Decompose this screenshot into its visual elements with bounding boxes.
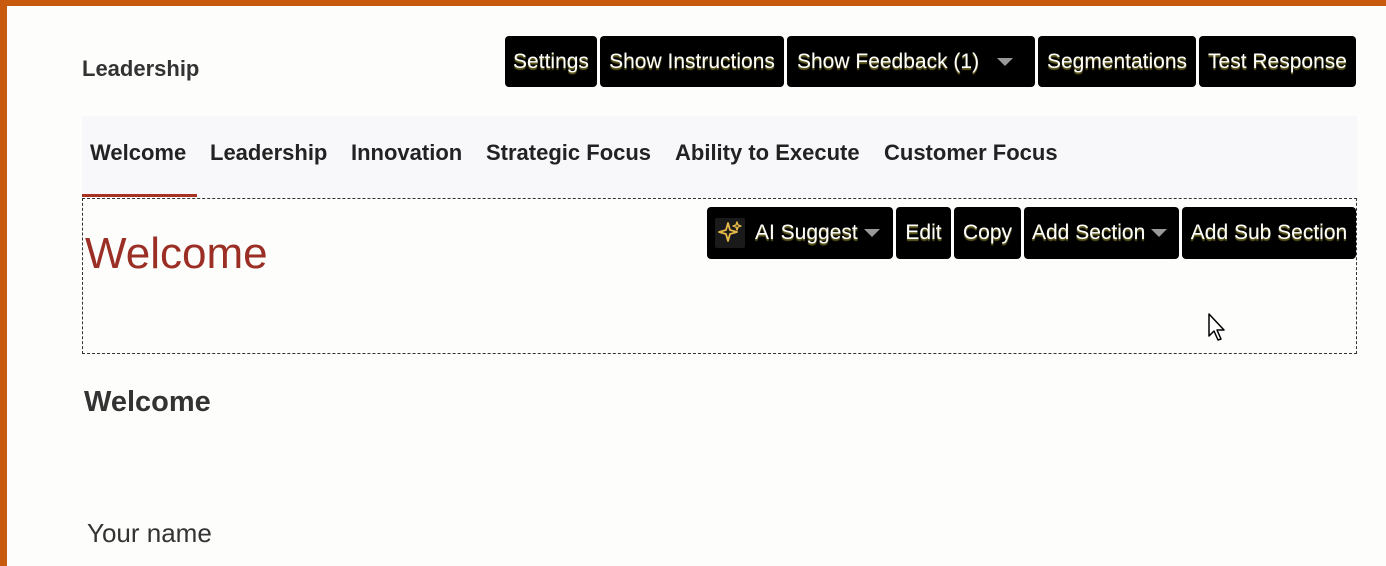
- tab-innovation[interactable]: Innovation: [351, 140, 462, 166]
- add-section-label: Add Section: [1032, 221, 1146, 244]
- chevron-down-icon: [997, 57, 1014, 66]
- sparkle-icon: [715, 218, 745, 248]
- tab-customer-focus[interactable]: Customer Focus: [884, 140, 1058, 166]
- tab-leadership[interactable]: Leadership: [210, 140, 327, 166]
- add-sub-section-button[interactable]: Add Sub Section: [1182, 207, 1356, 259]
- section-toolbar: AI Suggest Edit Copy Add Section Add Sub…: [707, 207, 1356, 259]
- section-heading: Welcome: [85, 229, 268, 278]
- top-toolbar: Settings Show Instructions Show Feedback…: [505, 36, 1356, 87]
- tab-ability-to-execute[interactable]: Ability to Execute: [675, 140, 860, 166]
- section-tabs: Welcome Leadership Innovation Strategic …: [82, 116, 1357, 198]
- settings-button[interactable]: Settings: [505, 36, 597, 87]
- section-editor[interactable]: Welcome AI Suggest Edit Copy Add Section…: [82, 198, 1357, 354]
- chevron-down-icon: [1151, 229, 1168, 237]
- chevron-down-icon: [863, 229, 880, 237]
- ai-suggest-button[interactable]: AI Suggest: [707, 207, 893, 259]
- add-section-button[interactable]: Add Section: [1024, 207, 1179, 259]
- show-instructions-button[interactable]: Show Instructions: [600, 36, 784, 87]
- tab-welcome[interactable]: Welcome: [90, 140, 186, 166]
- ai-suggest-label: AI Suggest: [755, 221, 858, 244]
- tab-strategic-focus[interactable]: Strategic Focus: [486, 140, 651, 166]
- test-response-button[interactable]: Test Response: [1199, 36, 1356, 87]
- active-tab-indicator: [82, 194, 197, 197]
- show-feedback-button[interactable]: Show Feedback (1): [787, 36, 1035, 87]
- app-frame: Leadership Settings Show Instructions Sh…: [7, 6, 1386, 566]
- mouse-pointer-icon: [1207, 312, 1229, 349]
- segmentations-button[interactable]: Segmentations: [1038, 36, 1196, 87]
- show-feedback-label: Show Feedback (1): [797, 49, 980, 73]
- page-title: Leadership: [82, 56, 200, 81]
- edit-button[interactable]: Edit: [896, 207, 951, 259]
- your-name-label: Your name: [87, 518, 212, 548]
- content-heading: Welcome: [84, 386, 211, 418]
- copy-button[interactable]: Copy: [954, 207, 1021, 259]
